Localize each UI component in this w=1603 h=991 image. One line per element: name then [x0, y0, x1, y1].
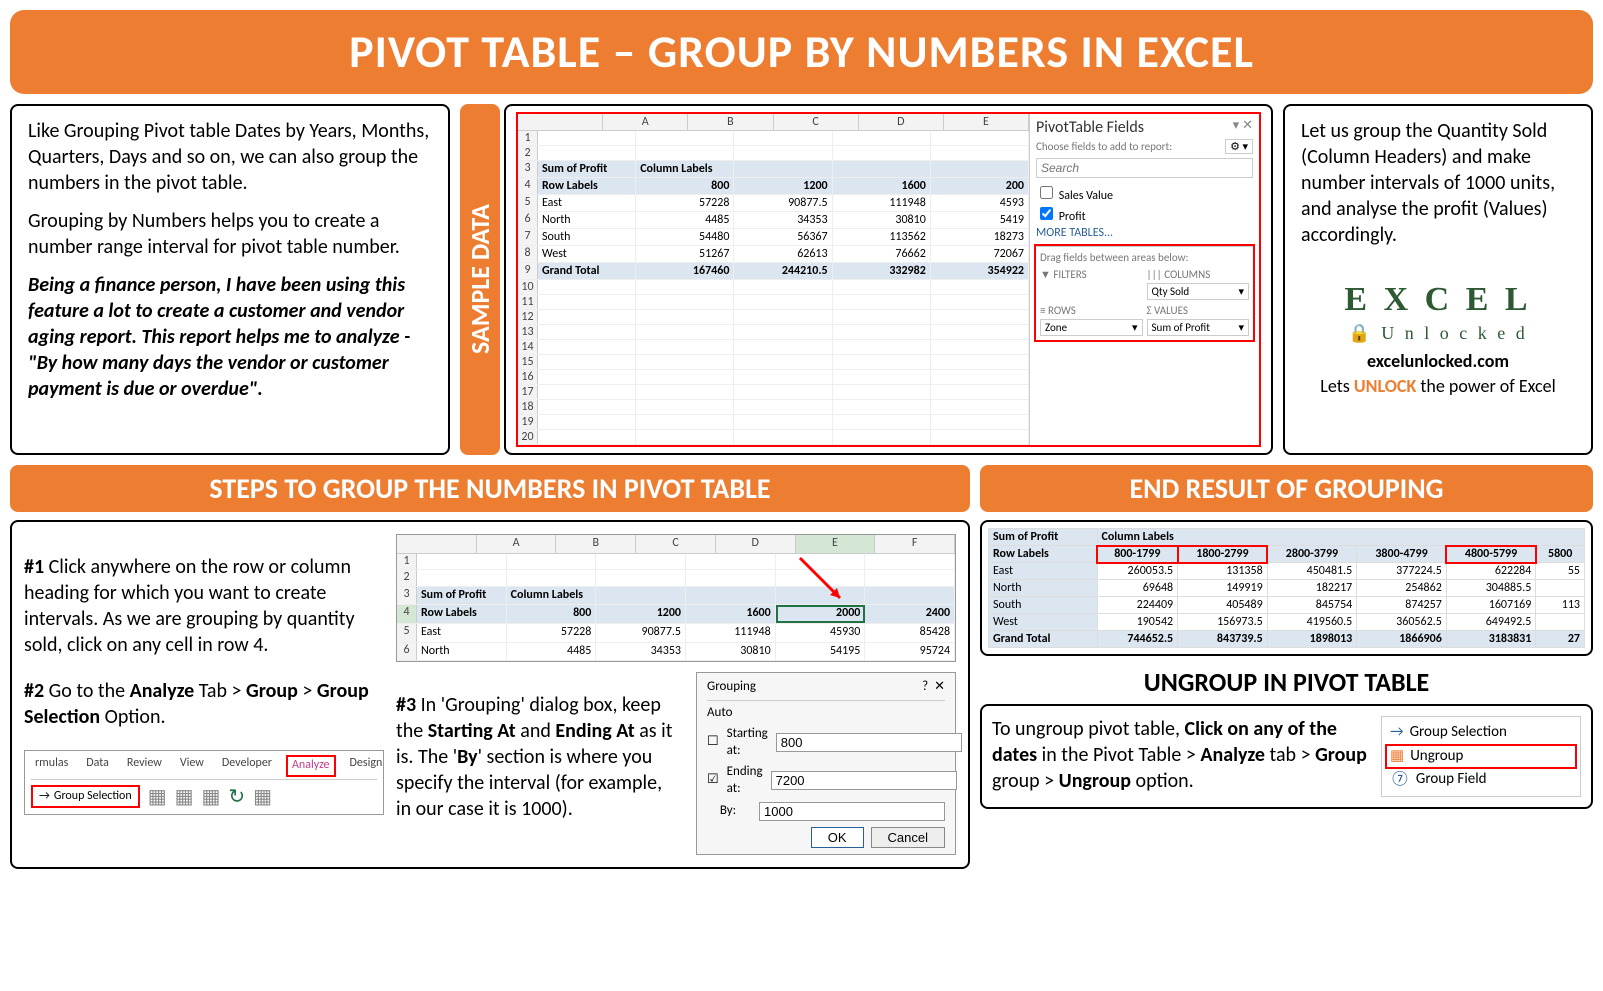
chk-profit[interactable]: Profit [1036, 204, 1253, 224]
arrow-right-icon: → [1390, 723, 1404, 743]
intro-p2: Grouping by Numbers helps you to create … [28, 208, 432, 260]
tab-review[interactable]: Review [123, 755, 166, 777]
site-url: excelunlocked.com [1301, 350, 1575, 373]
mini-excel-row4: ABCDEF 1 2 3Sum of ProfitColumn Labels 4… [396, 534, 956, 662]
starting-checkbox[interactable]: ☐ [707, 734, 719, 751]
ending-checkbox[interactable]: ☑ [707, 772, 719, 789]
pt-search-input[interactable] [1036, 158, 1253, 178]
ribbon-icon[interactable]: ▦ [202, 784, 221, 810]
intro-p1: Like Grouping Pivot table Dates by Years… [28, 118, 432, 196]
intro-p3: Being a finance person, I have been usin… [28, 272, 432, 402]
result-body: Sum of ProfitColumn Labels Row Labels 80… [980, 520, 1593, 656]
tab-data[interactable]: Data [82, 755, 113, 777]
excel-grid: ABCDE 1 2 3Sum of ProfitColumn Labels 4R… [518, 114, 1029, 445]
ending-at-input[interactable] [771, 771, 957, 790]
ribbon-icon[interactable]: ▦ [175, 784, 194, 810]
sample-data-box: ABCDE 1 2 3Sum of ProfitColumn Labels 4R… [504, 104, 1273, 455]
drag-fields-label: Drag fields between areas below: [1040, 251, 1249, 264]
grouping-dialog: Grouping? ✕ Auto ☐Starting at: ☑Ending a… [696, 672, 956, 854]
steps-section: STEPS TO GROUP THE NUMBERS IN PIVOT TABL… [10, 465, 970, 869]
close-icon[interactable]: ✕ [934, 679, 945, 694]
ungroup-section: UNGROUP IN PIVOT TABLE To ungroup pivot … [980, 666, 1593, 809]
result-header: END RESULT OF GROUPING [980, 465, 1593, 512]
steps-col-1: #1 Click anywhere on the row or column h… [24, 534, 384, 855]
tab-developer[interactable]: Developer [218, 755, 276, 777]
group-selection-button[interactable]: → Group Selection [31, 785, 140, 809]
ribbon-icon[interactable]: ▦ [148, 784, 167, 810]
group-field-icon: ⑦ [1390, 770, 1410, 790]
ungroup-icon: ▦ [1390, 747, 1404, 767]
chk-sales-value[interactable]: Sales Value [1036, 183, 1253, 203]
bottom-row: STEPS TO GROUP THE NUMBERS IN PIVOT TABL… [10, 465, 1593, 869]
task-description: Let us group the Quantity Sold (Column H… [1301, 118, 1575, 248]
rows-area[interactable]: ≡ ROWS Zone▾ [1040, 304, 1143, 336]
ungroup-text: To ungroup pivot table, Click on any of … [992, 716, 1371, 797]
dialog-title: Grouping [707, 679, 756, 696]
red-arrow-icon [795, 553, 855, 613]
menu-group-field[interactable]: ⑦Group Field [1386, 768, 1576, 792]
page-title: PIVOT TABLE – GROUP BY NUMBERS IN EXCEL [10, 10, 1593, 94]
steps-header: STEPS TO GROUP THE NUMBERS IN PIVOT TABL… [10, 465, 970, 512]
pt-fields-sub: Choose fields to add to report: [1036, 140, 1172, 153]
pt-fields-title: PivotTable Fields [1036, 118, 1144, 137]
columns-area[interactable]: ||| COLUMNS Qty Sold▾ [1147, 268, 1250, 300]
cancel-button[interactable]: Cancel [871, 827, 945, 848]
ribbon-icon[interactable]: ↻ [228, 784, 245, 810]
tab-design[interactable]: Design [346, 755, 387, 777]
pivot-table-fields-pane: PivotTable Fields ▾ ✕ Choose fields to a… [1029, 114, 1259, 445]
excel-col-headers: ABCDE [518, 114, 1029, 131]
starting-at-input[interactable] [776, 733, 962, 752]
gear-icon[interactable]: ⚙ ▾ [1225, 139, 1253, 154]
ungroup-header: UNGROUP IN PIVOT TABLE [980, 666, 1593, 698]
sample-data-label: SAMPLE DATA [460, 104, 500, 455]
right-text-box: Let us group the Quantity Sold (Column H… [1283, 104, 1593, 455]
top-row: Like Grouping Pivot table Dates by Years… [10, 104, 1593, 455]
menu-group-selection[interactable]: →Group Selection [1386, 721, 1576, 745]
ribbon-icon[interactable]: ▦ [253, 784, 272, 810]
close-icon[interactable]: ▾ ✕ [1233, 118, 1253, 139]
ribbon-tabs: rmulas Data Review View Developer Analyz… [31, 755, 377, 780]
intro-box: Like Grouping Pivot table Dates by Years… [10, 104, 450, 455]
menu-ungroup[interactable]: ▦Ungroup [1386, 745, 1576, 769]
steps-col-2: ABCDEF 1 2 3Sum of ProfitColumn Labels 4… [396, 534, 956, 855]
more-tables-link[interactable]: MORE TABLES... [1036, 226, 1253, 240]
result-table: Sum of ProfitColumn Labels Row Labels 80… [988, 528, 1585, 648]
dialog-auto-label: Auto [707, 705, 945, 722]
ok-button[interactable]: OK [811, 827, 864, 848]
excel-ribbon: rmulas Data Review View Developer Analyz… [24, 750, 384, 815]
tab-analyze[interactable]: Analyze [286, 755, 336, 777]
tab-formulas[interactable]: rmulas [31, 755, 72, 777]
result-section: END RESULT OF GROUPING Sum of ProfitColu… [980, 465, 1593, 869]
sample-data-block: SAMPLE DATA ABCDE 1 2 3Sum of ProfitColu… [460, 104, 1273, 455]
help-icon[interactable]: ? [922, 679, 928, 694]
site-tagline: Lets UNLOCK the power of Excel [1301, 375, 1575, 398]
excel-unlocked-logo: E X C E L 🔒 U n l o c k e d excelunlocke… [1301, 278, 1575, 398]
values-area[interactable]: Σ VALUES Sum of Profit▾ [1147, 304, 1250, 336]
by-input[interactable] [759, 802, 945, 821]
group-menu: →Group Selection ▦Ungroup ⑦Group Field [1381, 716, 1581, 797]
excel-screenshot: ABCDE 1 2 3Sum of ProfitColumn Labels 4R… [516, 112, 1261, 447]
filters-area[interactable]: ▼ FILTERS [1040, 268, 1143, 300]
tab-view[interactable]: View [176, 755, 208, 777]
